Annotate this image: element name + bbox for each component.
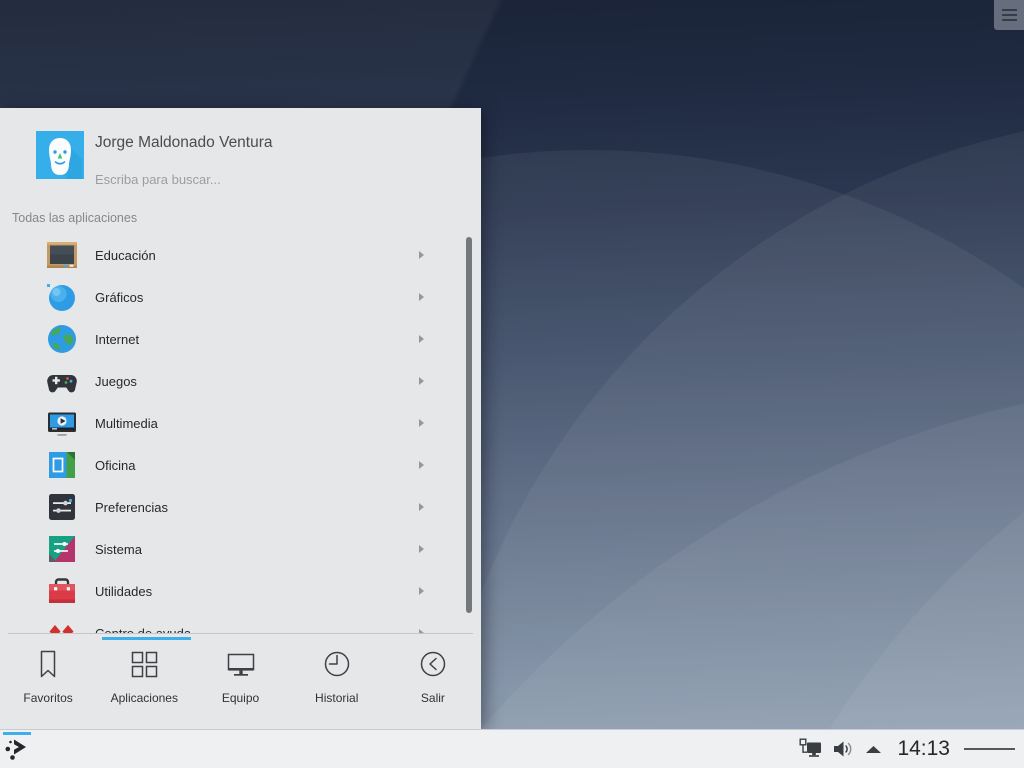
multimedia-monitor-icon	[46, 407, 78, 439]
app-category-row-educacion[interactable]: Educación	[0, 234, 462, 276]
user-name: Jorge Maldonado Ventura	[95, 134, 273, 151]
tab-salir[interactable]: Salir	[385, 633, 481, 729]
app-category-row-internet[interactable]: Internet	[0, 318, 462, 360]
user-avatar[interactable]	[36, 131, 84, 179]
office-documents-icon	[46, 449, 78, 481]
taskbar-panel: 14:13	[0, 729, 1024, 768]
scrollbar[interactable]	[466, 237, 472, 613]
app-category-label: Juegos	[95, 373, 137, 389]
app-grid-icon	[128, 648, 160, 680]
leave-icon	[417, 648, 449, 680]
submenu-arrow-icon	[419, 377, 424, 385]
tab-equipo[interactable]: Equipo	[192, 633, 288, 729]
app-category-label: Preferencias	[95, 499, 168, 515]
help-center-icon	[46, 617, 78, 633]
desktop-toolbox-button[interactable]	[994, 0, 1024, 30]
utilities-toolbox-icon	[46, 575, 78, 607]
expand-tray-caret-icon[interactable]	[864, 744, 883, 755]
tab-label: Aplicaciones	[110, 691, 178, 705]
app-category-row-juegos[interactable]: Juegos	[0, 360, 462, 402]
submenu-arrow-icon	[419, 545, 424, 553]
app-category-row-graficos[interactable]: Gráficos	[0, 276, 462, 318]
preferences-sliders-icon	[46, 491, 78, 523]
launcher-tabbar: Favoritos Aplicaciones Equipo Historial …	[0, 633, 481, 729]
games-gamepad-icon	[46, 365, 78, 397]
graphics-sphere-icon	[46, 281, 78, 313]
submenu-arrow-icon	[419, 293, 424, 301]
app-category-row-utilidades[interactable]: Utilidades	[0, 570, 462, 612]
tabbar-separator	[8, 633, 473, 634]
app-category-row-sistema[interactable]: Sistema	[0, 528, 462, 570]
volume-icon[interactable]	[832, 738, 854, 760]
app-category-list: Educación Gráficos Internet Juegos Multi…	[0, 234, 462, 633]
app-category-row-multimedia[interactable]: Multimedia	[0, 402, 462, 444]
section-label: Todas las aplicaciones	[12, 211, 138, 225]
kickoff-launcher-button[interactable]	[0, 730, 38, 768]
submenu-arrow-icon	[419, 251, 424, 259]
search-input[interactable]: Escriba para buscar...	[95, 172, 425, 187]
tab-favoritos[interactable]: Favoritos	[0, 633, 96, 729]
app-category-label: Internet	[95, 331, 140, 347]
tab-aplicaciones[interactable]: Aplicaciones	[96, 633, 192, 729]
clock-icon	[321, 648, 353, 680]
education-blackboard-icon	[46, 239, 78, 271]
tab-label: Historial	[315, 691, 359, 705]
app-category-label: Oficina	[95, 457, 136, 473]
active-tab-indicator	[102, 637, 191, 640]
taskbar-clock[interactable]: 14:13	[897, 737, 950, 761]
computer-icon	[225, 648, 257, 680]
active-launcher-indicator	[3, 732, 31, 735]
app-category-label: Centro de ayuda	[95, 625, 192, 634]
submenu-arrow-icon	[419, 419, 424, 427]
screen: Jorge Maldonado Ventura Escriba para bus…	[0, 0, 1024, 768]
network-icon[interactable]	[799, 738, 822, 760]
app-category-label: Educación	[95, 247, 156, 263]
tab-label: Favoritos	[23, 691, 73, 705]
bookmark-icon	[32, 648, 64, 680]
submenu-arrow-icon	[419, 335, 424, 343]
app-category-label: Multimedia	[95, 415, 158, 431]
app-category-row-preferencias[interactable]: Preferencias	[0, 486, 462, 528]
app-category-label: Utilidades	[95, 583, 153, 599]
hamburger-menu-icon	[1001, 6, 1017, 24]
submenu-arrow-icon	[419, 461, 424, 469]
submenu-arrow-icon	[419, 503, 424, 511]
tab-label: Salir	[420, 691, 445, 705]
app-category-label: Gráficos	[95, 289, 144, 305]
app-category-row-oficina[interactable]: Oficina	[0, 444, 462, 486]
tab-historial[interactable]: Historial	[289, 633, 385, 729]
application-launcher-popup: Jorge Maldonado Ventura Escriba para bus…	[0, 108, 481, 729]
submenu-arrow-icon	[419, 587, 424, 595]
app-category-label: Sistema	[95, 541, 142, 557]
internet-globe-icon	[46, 323, 78, 355]
system-tray: 14:13	[799, 737, 1024, 761]
tab-label: Equipo	[221, 691, 260, 705]
hamburger-menu-icon[interactable]	[964, 745, 1015, 753]
app-category-row-centro-de-ayuda[interactable]: Centro de ayuda	[0, 612, 462, 633]
system-sliders-icon	[46, 533, 78, 565]
plasma-kickoff-icon	[5, 739, 26, 760]
